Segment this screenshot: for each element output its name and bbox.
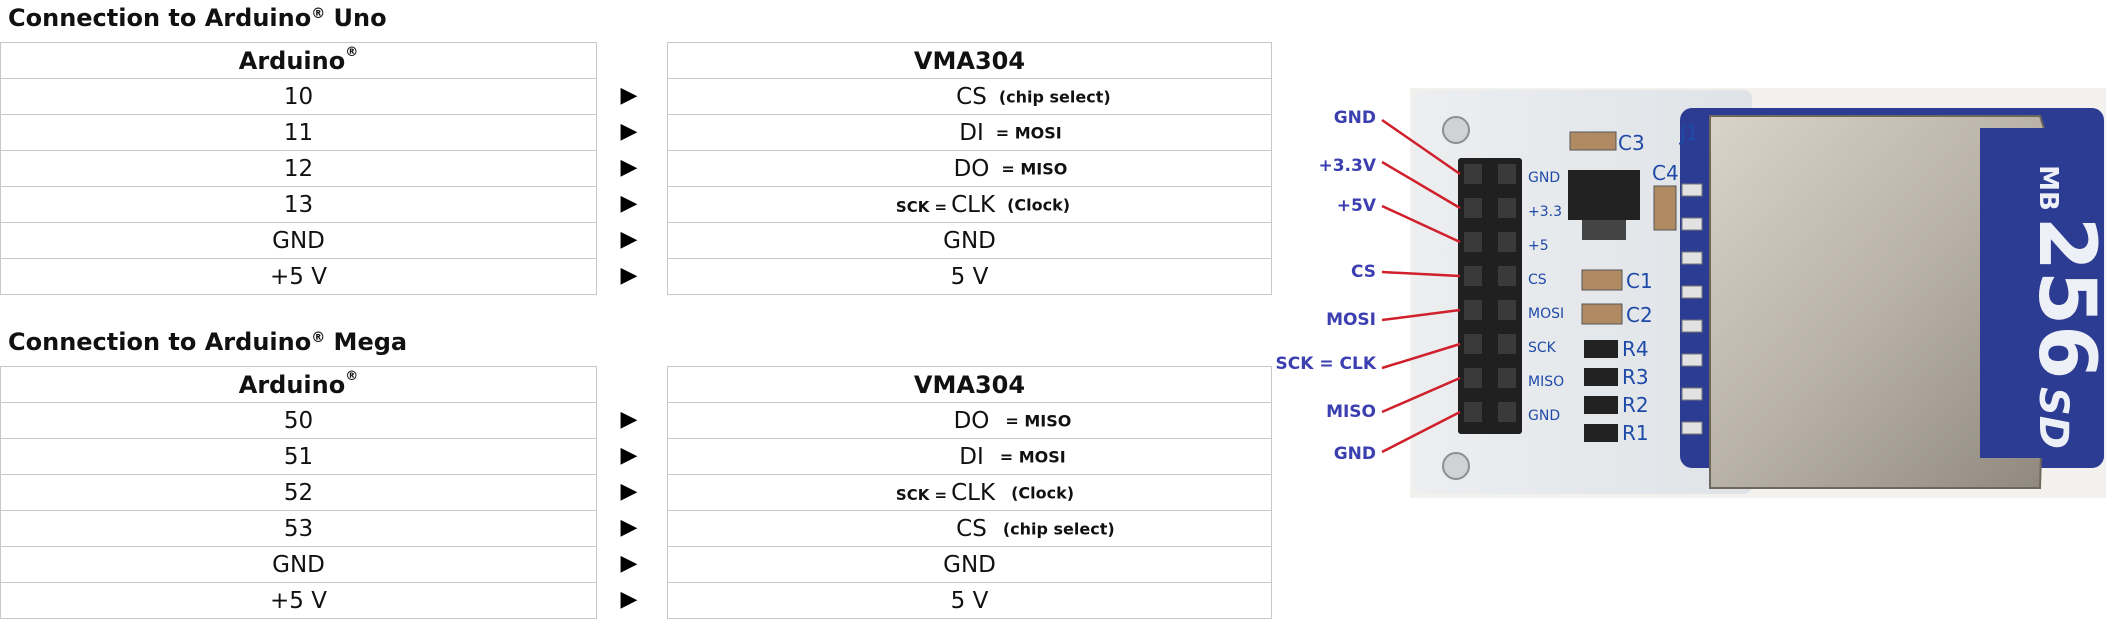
uno-vma304-pin: 5 V [667, 258, 1272, 295]
uno-arduino-pin: +5 V [0, 258, 597, 295]
silk-pin: MISO [1528, 374, 1564, 390]
silk-pin: SCK [1528, 340, 1557, 356]
uno-vma304-pin: GND [667, 222, 1272, 259]
uno-title-text: Connection to Arduino [8, 4, 312, 32]
component-label: R1 [1622, 421, 1649, 445]
uno-arrow-icon: ▶ [620, 191, 638, 216]
component-label: C2 [1626, 303, 1653, 327]
mega-vma304-pin: DO = MISO [667, 402, 1272, 439]
mega-arduino-header: Arduino® [0, 366, 597, 403]
resistor-r3 [1584, 368, 1618, 386]
mega-arduino-pin: 51 [0, 438, 597, 475]
uno-arrow-icon: ▶ [620, 263, 638, 288]
callout-gnd-2: GND [1333, 444, 1376, 464]
uno-arduino-header: Arduino® [0, 42, 597, 79]
silk-pin: GND [1528, 170, 1560, 186]
component-label: R4 [1622, 337, 1649, 361]
uno-arduino-pin: 10 [0, 78, 597, 115]
mega-title-registered: ® [311, 330, 326, 346]
callout-miso: MISO [1326, 402, 1376, 422]
mega-arduino-table: Arduino® 50 51 52 53 GND +5 V [0, 366, 597, 619]
resistor-r4 [1584, 340, 1618, 358]
card-brand-logo: SD [2030, 387, 2076, 449]
component-label: C4 [1652, 161, 1679, 185]
component-label: C1 [1626, 269, 1653, 293]
uno-arrow-icon: ▶ [620, 119, 638, 144]
mega-vma304-header: VMA304 [667, 366, 1272, 403]
silk-pin: MOSI [1528, 306, 1564, 322]
mega-arduino-pin: GND [0, 546, 597, 583]
silk-pin: +3.3 [1528, 204, 1562, 220]
uno-arrow-icon: ▶ [620, 83, 638, 108]
silk-pin: +5 [1528, 238, 1549, 254]
capacitor-c2 [1581, 303, 1623, 325]
mega-arrow-icon: ▶ [620, 515, 638, 540]
mega-arrow-icon: ▶ [620, 587, 638, 612]
silk-pin: CS [1528, 272, 1547, 288]
mega-arrow-icon: ▶ [620, 407, 638, 432]
mega-vma304-pin: SCK = CLK (Clock) [667, 474, 1272, 511]
component-label: R3 [1622, 365, 1649, 389]
component-label: R2 [1622, 393, 1649, 417]
callout-3v3: +3.3V [1318, 156, 1376, 176]
voltage-regulator [1568, 170, 1640, 220]
mega-vma304-table: VMA304 DO = MISO DI = MOSI SCK = CLK (Clock)… [667, 366, 1272, 619]
callout-5v: +5V [1336, 196, 1376, 216]
mega-title-board: Mega [325, 328, 408, 356]
capacitor-c3 [1569, 131, 1617, 151]
resistor-r2 [1584, 396, 1618, 414]
component-label: J1 [1678, 121, 1699, 145]
uno-title-board: Uno [325, 4, 387, 32]
card-capacity: 256 [2021, 217, 2106, 380]
mount-hole [1442, 116, 1470, 144]
mega-title-text: Connection to Arduino [8, 328, 312, 356]
mega-arduino-pin: 52 [0, 474, 597, 511]
callout-mosi: MOSI [1326, 310, 1376, 330]
uno-arduino-table: Arduino® 10 11 12 13 GND +5 V [0, 42, 597, 295]
uno-vma304-header: VMA304 [667, 42, 1272, 79]
uno-arduino-pin: 11 [0, 114, 597, 151]
callout-cs: CS [1350, 262, 1376, 282]
mega-arrow-icon: ▶ [620, 479, 638, 504]
mega-section-title: Connection to Arduino® Mega [8, 328, 407, 356]
mount-hole [1442, 452, 1470, 480]
mega-vma304-pin: DI = MOSI [667, 438, 1272, 475]
mega-vma304-pin: CS (chip select) [667, 510, 1272, 547]
regulator-tab [1582, 220, 1626, 240]
mega-arduino-pin: 53 [0, 510, 597, 547]
uno-section-title: Connection to Arduino® Uno [8, 4, 387, 32]
uno-arrow-icon: ▶ [620, 155, 638, 180]
uno-vma304-pin: DO = MISO [667, 150, 1272, 187]
uno-arrow-icon: ▶ [620, 227, 638, 252]
uno-vma304-pin: CS (chip select) [667, 78, 1272, 115]
uno-arduino-pin: GND [0, 222, 597, 259]
uno-arduino-pin: 13 [0, 186, 597, 223]
component-label: C3 [1618, 131, 1645, 155]
mega-vma304-pin: 5 V [667, 582, 1272, 619]
capacitor-c4 [1653, 185, 1677, 231]
mega-arduino-pin: 50 [0, 402, 597, 439]
uno-title-registered: ® [311, 6, 326, 22]
sd-card-module-illustration: 256 MB SD GND +3.3 +5 CS MOSI SCK MISO G… [1276, 88, 2108, 508]
callout-gnd: GND [1333, 108, 1376, 128]
mega-arrow-icon: ▶ [620, 443, 638, 468]
mega-arrow-icon: ▶ [620, 551, 638, 576]
capacitor-c1 [1581, 269, 1623, 291]
mega-vma304-pin: GND [667, 546, 1272, 583]
mega-arduino-pin: +5 V [0, 582, 597, 619]
card-unit: MB [2033, 165, 2063, 211]
silk-pin: GND [1528, 408, 1560, 424]
callout-sck: SCK = CLK [1275, 354, 1376, 374]
uno-vma304-pin: SCK = CLK (Clock) [667, 186, 1272, 223]
resistor-r1 [1584, 424, 1618, 442]
uno-vma304-table: VMA304 CS (chip select) DI = MOSI DO = MISO… [667, 42, 1272, 295]
uno-arduino-pin: 12 [0, 150, 597, 187]
sd-card-module-image: 256 MB SD GND +3.3 +5 CS MOSI SCK MISO G… [1381, 88, 2108, 498]
uno-vma304-pin: DI = MOSI [667, 114, 1272, 151]
